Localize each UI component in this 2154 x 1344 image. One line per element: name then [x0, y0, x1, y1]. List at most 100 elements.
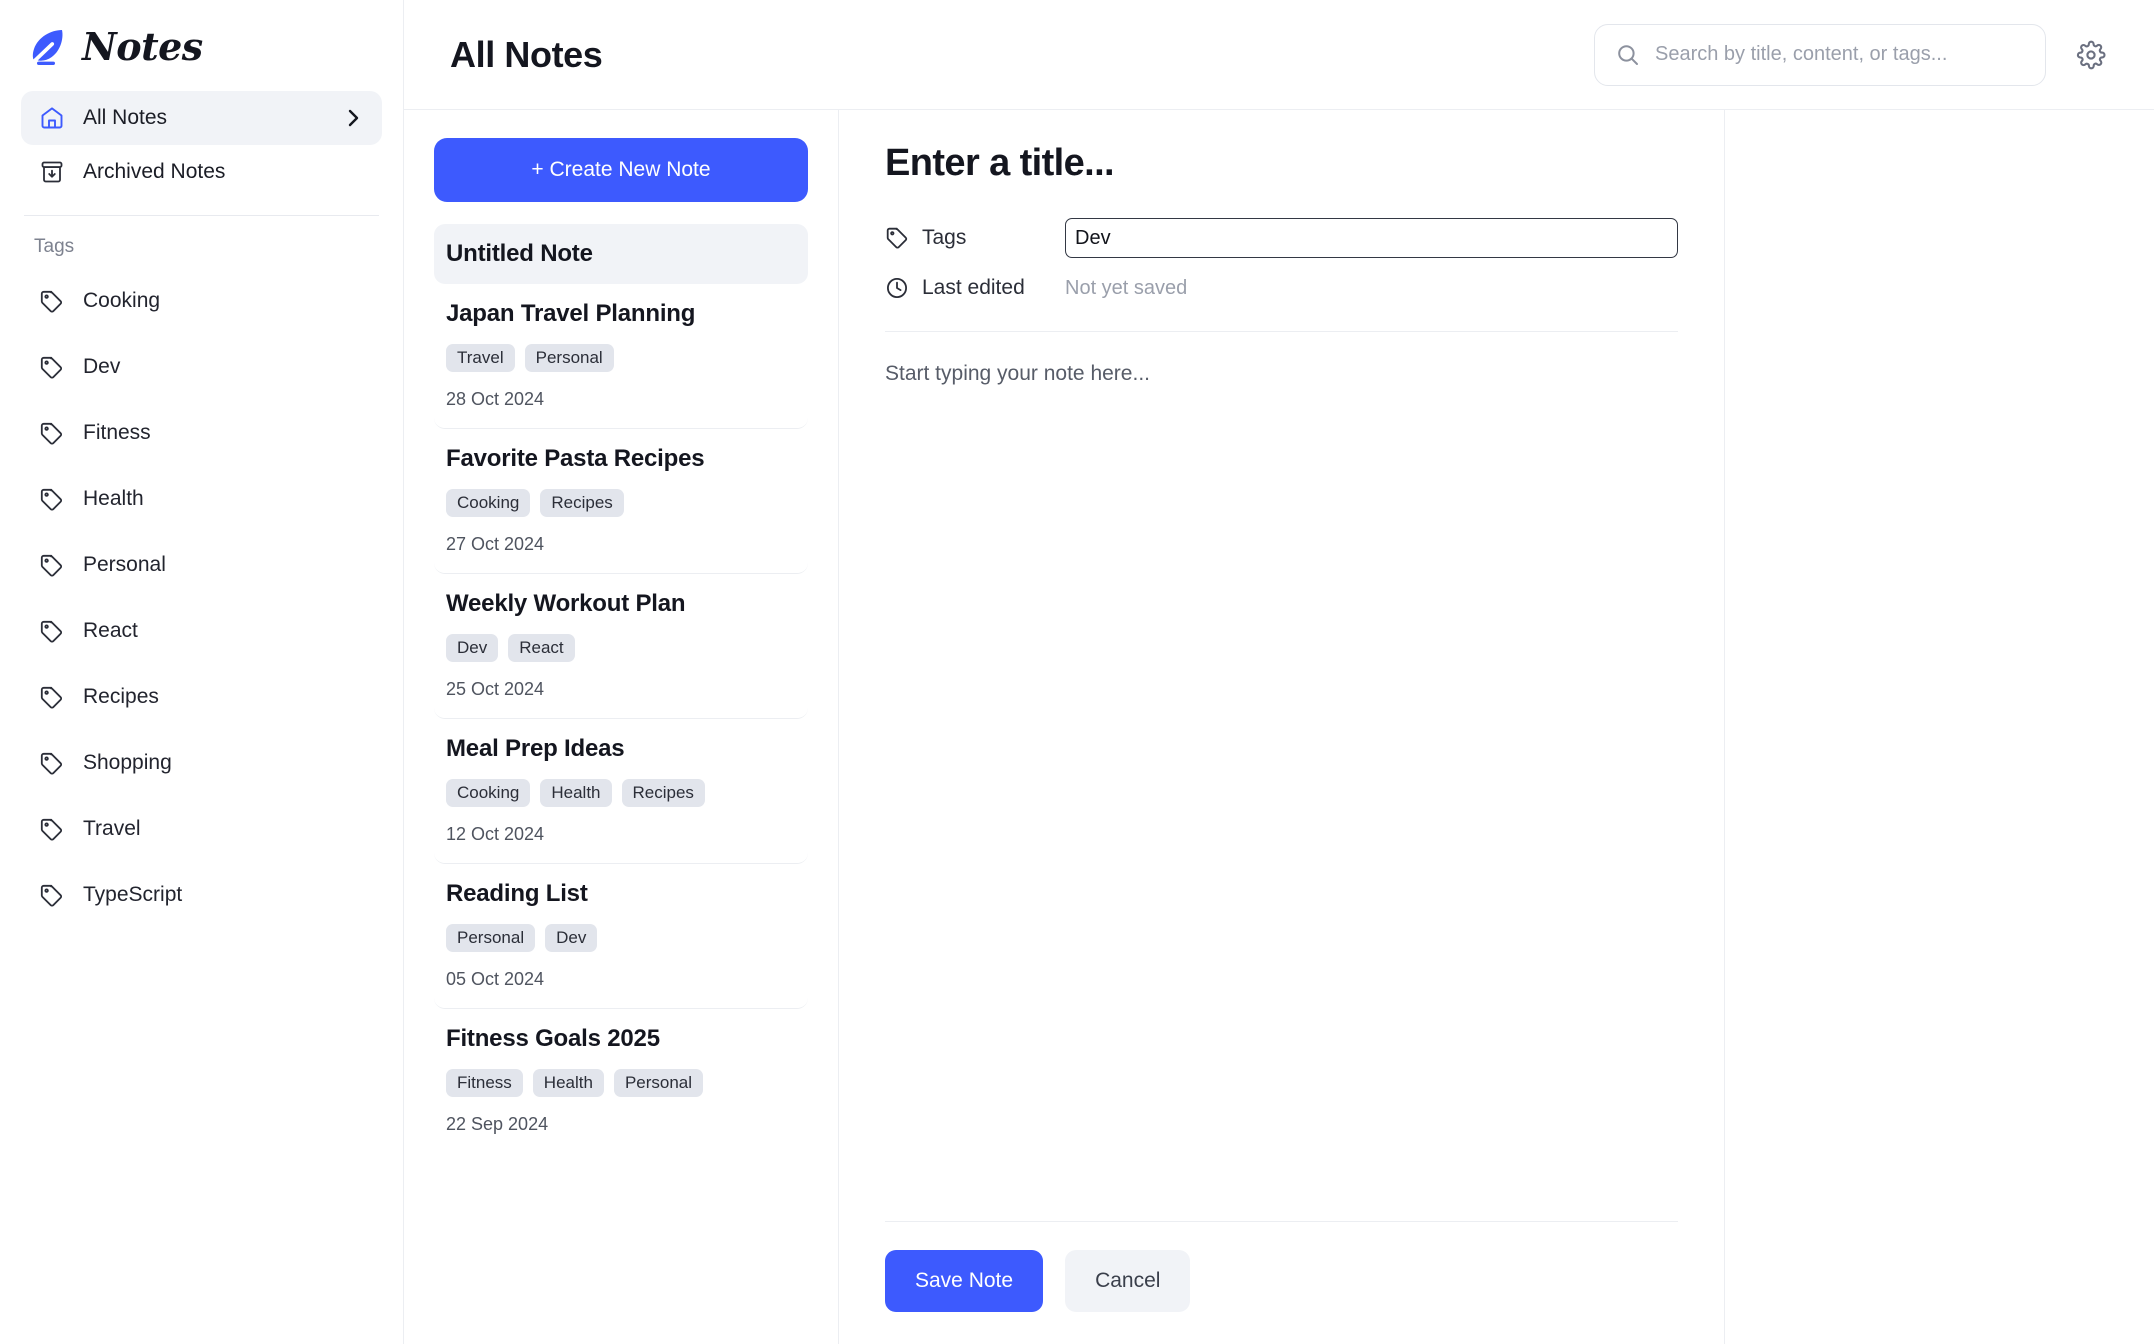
- note-tag-pill: Cooking: [446, 779, 531, 807]
- note-tags: Personal Dev: [446, 924, 796, 952]
- note-date: 28 Oct 2024: [446, 389, 545, 409]
- search-icon: [1615, 42, 1641, 68]
- note-tag-pill: Cooking: [446, 489, 531, 517]
- sidebar-tag-travel[interactable]: Travel: [21, 796, 382, 862]
- note-tag-pill: Recipes: [621, 779, 705, 807]
- note-body-input[interactable]: [885, 332, 1678, 1221]
- tags-row: Tags: [885, 213, 1678, 263]
- note-meta: Tags Last edited: [885, 213, 1678, 313]
- last-edited-row: Last edited Not yet saved: [885, 263, 1678, 313]
- search-box[interactable]: [1594, 23, 2046, 86]
- sidebar-tag-dev[interactable]: Dev: [21, 334, 382, 400]
- note-tag-pill: Personal: [446, 924, 536, 952]
- note-list-item-reading-list[interactable]: Reading List Personal Dev 05 Oct 2024: [434, 864, 808, 1009]
- sidebar-item-label: All Notes: [83, 106, 168, 129]
- note-editor-panel: Tags Last edited: [839, 110, 1725, 1344]
- note-list-item-fitness-goals-2025[interactable]: Fitness Goals 2025 Fitness Health Person…: [434, 1009, 808, 1153]
- tag-icon: [39, 289, 64, 314]
- sidebar-tag-label: Personal: [83, 553, 166, 576]
- note-tag-pill: React: [508, 634, 575, 662]
- feather-icon: [24, 25, 68, 69]
- note-list-item-japan-travel-planning[interactable]: Japan Travel Planning Travel Personal 28…: [434, 284, 808, 429]
- last-edited-label: Last edited: [885, 276, 1065, 300]
- note-title: Reading List: [446, 880, 588, 907]
- create-new-note-button[interactable]: + Create New Note: [434, 138, 808, 202]
- sidebar-item-all-notes[interactable]: All Notes: [21, 91, 382, 145]
- sidebar-tag-label: Dev: [83, 355, 121, 378]
- note-tag-pill: Health: [532, 1069, 604, 1097]
- cancel-button[interactable]: Cancel: [1065, 1250, 1191, 1312]
- note-tags: Fitness Health Personal: [446, 1069, 796, 1097]
- app-root: Notes All Notes Archived Notes Tags Cook…: [0, 0, 2154, 1344]
- note-list-item-favorite-pasta-recipes[interactable]: Favorite Pasta Recipes Cooking Recipes 2…: [434, 429, 808, 574]
- note-list-panel: + Create New Note Untitled Note Japan Tr…: [404, 110, 839, 1344]
- note-list-item-untitled-note[interactable]: Untitled Note: [434, 224, 808, 284]
- chevron-right-icon: [342, 107, 364, 129]
- note-list-item-weekly-workout-plan[interactable]: Weekly Workout Plan Dev React 25 Oct 202…: [434, 574, 808, 719]
- note-tag-pill: Personal: [524, 344, 614, 372]
- note-date: 25 Oct 2024: [446, 679, 545, 699]
- sidebar-tag-label: Recipes: [83, 685, 159, 708]
- sidebar-tag-label: Health: [83, 487, 144, 510]
- sidebar-tag-label: Fitness: [83, 421, 151, 444]
- note-title: Weekly Workout Plan: [446, 590, 686, 617]
- brand: Notes: [0, 0, 403, 91]
- page-title: All Notes: [450, 33, 603, 75]
- note-tags: Cooking Health Recipes: [446, 779, 796, 807]
- note-tag-pill: Dev: [446, 634, 499, 662]
- note-tags: Travel Personal: [446, 344, 796, 372]
- note-tag-pill: Fitness: [446, 1069, 523, 1097]
- note-tag-pill: Recipes: [540, 489, 624, 517]
- note-tag-pill: Health: [540, 779, 612, 807]
- sidebar-tag-personal[interactable]: Personal: [21, 532, 382, 598]
- tags-input[interactable]: [1065, 218, 1678, 258]
- sidebar-tag-cooking[interactable]: Cooking: [21, 268, 382, 334]
- sidebar-tag-label: Shopping: [83, 751, 172, 774]
- sidebar: Notes All Notes Archived Notes Tags Cook…: [0, 0, 404, 1344]
- sidebar-item-archived-notes[interactable]: Archived Notes: [21, 145, 382, 199]
- tag-icon: [885, 226, 909, 250]
- sidebar-tag-shopping[interactable]: Shopping: [21, 730, 382, 796]
- note-title: Untitled Note: [446, 240, 593, 267]
- note-title-input[interactable]: [885, 142, 1678, 185]
- note-tag-pill: Personal: [613, 1069, 704, 1097]
- note-title: Favorite Pasta Recipes: [446, 445, 705, 472]
- note-tags: Dev React: [446, 634, 796, 662]
- sidebar-tag-typescript[interactable]: TypeScript: [21, 862, 382, 928]
- note-date: 12 Oct 2024: [446, 824, 545, 844]
- save-note-button[interactable]: Save Note: [885, 1250, 1044, 1312]
- sidebar-tag-react[interactable]: React: [21, 598, 382, 664]
- workspace: + Create New Note Untitled Note Japan Tr…: [404, 110, 2154, 1344]
- clock-icon: [885, 276, 909, 300]
- tags-section-header: Tags: [34, 236, 75, 257]
- tag-icon: [39, 751, 64, 776]
- note-title: Fitness Goals 2025: [446, 1025, 660, 1052]
- settings-button[interactable]: [2068, 32, 2114, 78]
- note-list-item-meal-prep-ideas[interactable]: Meal Prep Ideas Cooking Health Recipes 1…: [434, 719, 808, 864]
- note-date: 27 Oct 2024: [446, 534, 545, 554]
- sidebar-tag-label: Cooking: [83, 289, 161, 312]
- tags-field-label: Tags: [885, 226, 1065, 250]
- search-input[interactable]: [1655, 24, 2025, 85]
- sidebar-tag-recipes[interactable]: Recipes: [21, 664, 382, 730]
- sidebar-tag-fitness[interactable]: Fitness: [21, 400, 382, 466]
- note-tags: Cooking Recipes: [446, 489, 796, 517]
- sidebar-tag-label: TypeScript: [83, 883, 183, 906]
- top-bar: All Notes: [404, 0, 2154, 110]
- tag-icon: [39, 421, 64, 446]
- tag-icon: [39, 619, 64, 644]
- archive-icon: [39, 159, 65, 185]
- sidebar-tag-health[interactable]: Health: [21, 466, 382, 532]
- sidebar-item-label: Archived Notes: [83, 160, 226, 183]
- top-bar-actions: [1594, 23, 2114, 86]
- note-date: 22 Sep 2024: [446, 1114, 549, 1134]
- sidebar-tag-label: Travel: [83, 817, 141, 840]
- tag-icon: [39, 553, 64, 578]
- last-edited-value: Not yet saved: [1065, 276, 1188, 299]
- gear-icon: [2075, 39, 2107, 71]
- tags-label-text: Tags: [922, 226, 967, 249]
- tag-icon: [39, 487, 64, 512]
- last-edited-label-text: Last edited: [922, 276, 1025, 299]
- note-tag-pill: Travel: [446, 344, 515, 372]
- note-title: Meal Prep Ideas: [446, 735, 625, 762]
